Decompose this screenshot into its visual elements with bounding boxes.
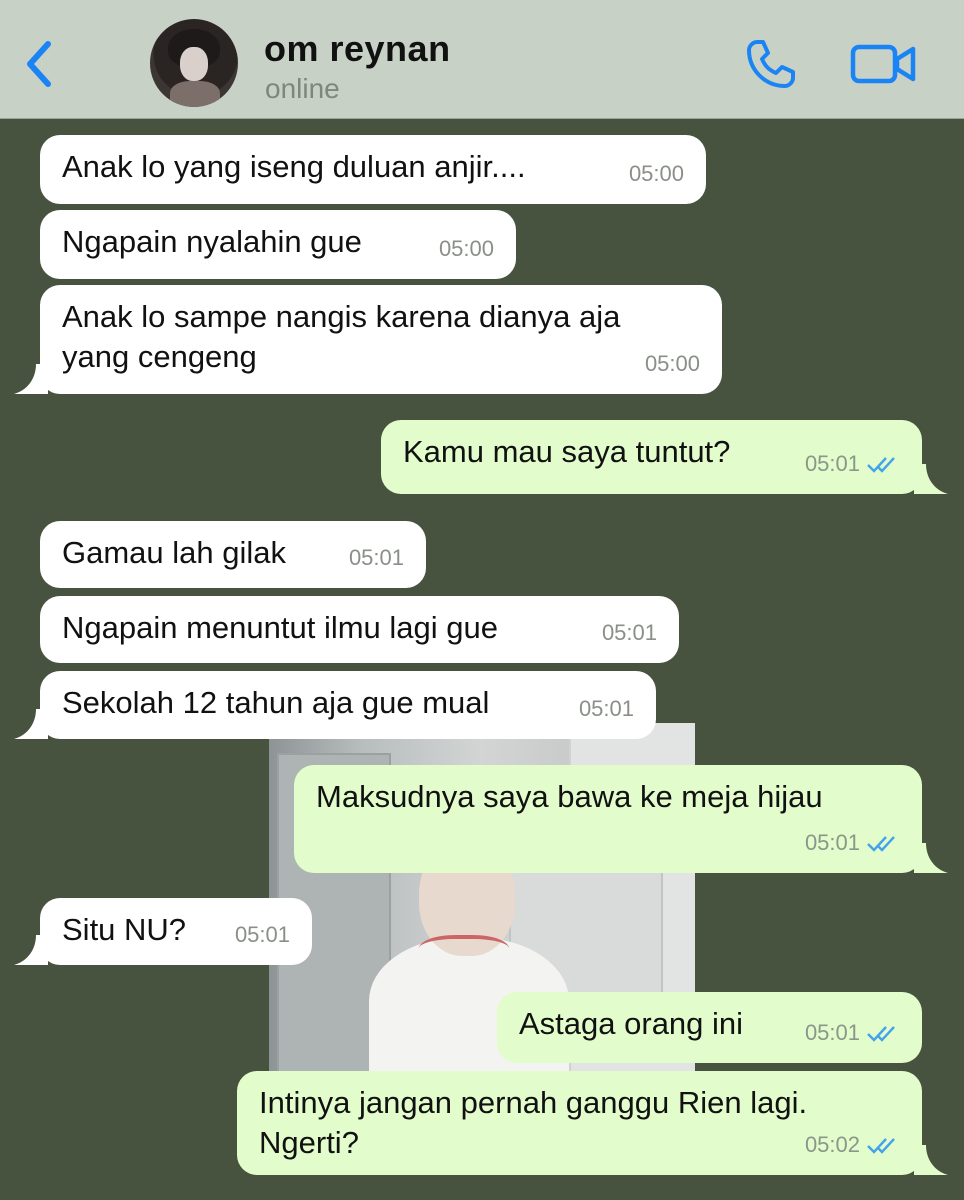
message-time: 05:00: [628, 161, 684, 186]
message-bubble-outgoing[interactable]: Maksudnya saya bawa ke meja hijau 05:01: [294, 765, 948, 873]
message-time: 05:01: [348, 545, 404, 570]
chat-header: om reynan online: [0, 0, 964, 119]
message-time: 05:01: [601, 620, 657, 645]
bubble-tail: [914, 464, 948, 494]
message-bubble-incoming[interactable]: Anak lo yang iseng duluan anjir.... 05:0…: [40, 135, 706, 204]
message-bubble-incoming[interactable]: Ngapain menuntut ilmu lagi gue 05:01: [40, 596, 679, 663]
double-check-read-icon: [867, 1026, 895, 1042]
back-chevron-icon[interactable]: [20, 38, 60, 90]
message-bubble-incoming[interactable]: Sekolah 12 tahun aja gue mual 05:01: [14, 671, 656, 739]
message-bubble-incoming[interactable]: Anak lo sampe nangis karena dianya aja y…: [14, 285, 722, 394]
contact-avatar[interactable]: [150, 19, 238, 107]
contact-status: online: [265, 73, 340, 104]
bubble-tail: [914, 843, 948, 873]
message-time: 05:01: [804, 451, 860, 476]
message-bubble-outgoing[interactable]: Astaga orang ini 05:01: [497, 992, 922, 1063]
message-time: 05:01: [578, 696, 634, 721]
message-bubble-incoming[interactable]: Ngapain nyalahin gue 05:00: [40, 210, 516, 279]
message-bubble-incoming[interactable]: Situ NU? 05:01: [14, 898, 312, 965]
bubble-tail: [14, 709, 48, 739]
video-call-icon[interactable]: [850, 42, 916, 86]
bubble-tail: [14, 935, 48, 965]
message-text: Maksudnya saya bawa ke meja hijau: [316, 779, 823, 814]
message-time: 05:01: [234, 922, 290, 947]
double-check-read-icon: [867, 1138, 895, 1154]
message-time: 05:01: [804, 830, 860, 855]
message-text: Ngapain nyalahin gue: [62, 224, 362, 259]
message-text: Anak lo sampe nangis karena dianya aja y…: [62, 299, 621, 374]
message-text: Ngapain menuntut ilmu lagi gue: [62, 610, 498, 645]
message-text: Anak lo yang iseng duluan anjir....: [62, 149, 526, 184]
bubble-tail: [14, 364, 48, 394]
message-bubble-outgoing[interactable]: Kamu mau saya tuntut? 05:01: [381, 420, 948, 494]
bubble-tail: [914, 1145, 948, 1175]
message-time: 05:00: [438, 236, 494, 261]
message-time: 05:02: [804, 1132, 860, 1157]
message-bubble-outgoing[interactable]: Intinya jangan pernah ganggu Rien lagi. …: [237, 1071, 948, 1175]
contact-name[interactable]: om reynan: [264, 28, 451, 70]
phone-call-icon[interactable]: [745, 38, 797, 90]
message-text: Sekolah 12 tahun aja gue mual: [62, 685, 490, 720]
double-check-read-icon: [867, 457, 895, 473]
message-text: Intinya jangan pernah ganggu Rien lagi. …: [259, 1085, 808, 1160]
message-time: 05:01: [804, 1020, 860, 1045]
message-time: 05:00: [644, 351, 700, 376]
message-bubble-incoming[interactable]: Gamau lah gilak 05:01: [40, 521, 426, 588]
double-check-read-icon: [867, 836, 895, 852]
